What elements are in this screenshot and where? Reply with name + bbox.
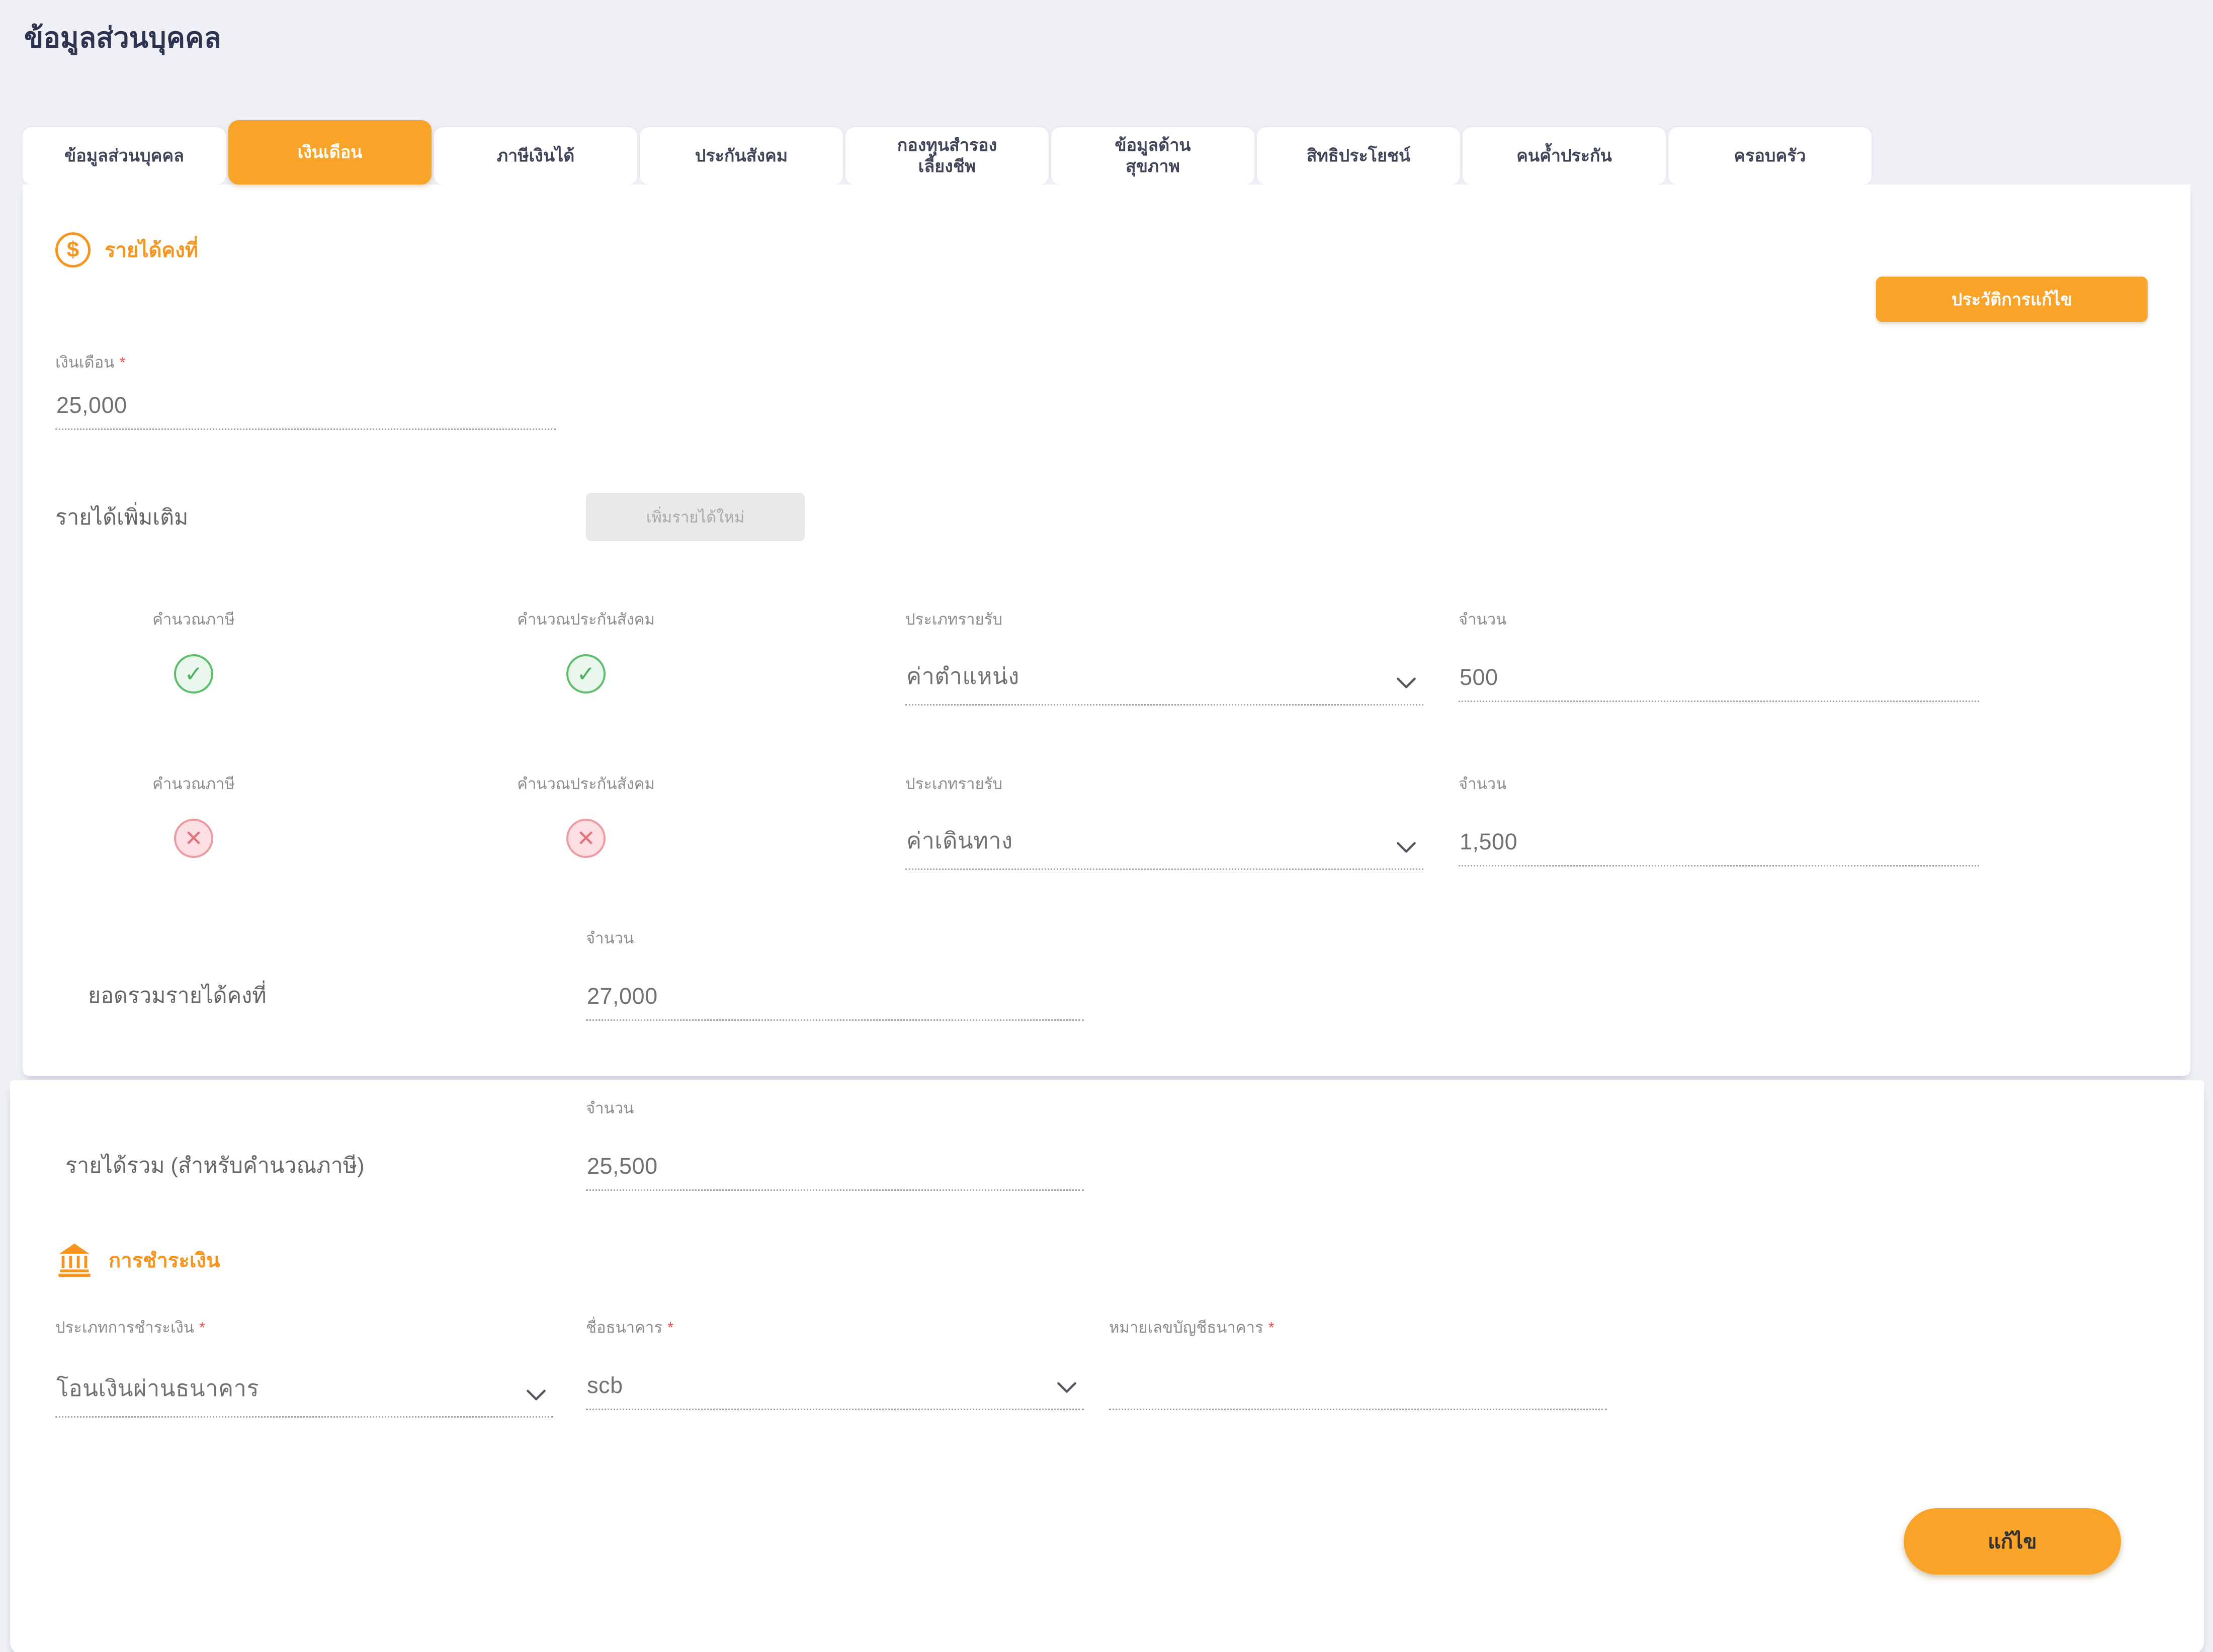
bank-name-field: ชื่อธนาคาร* scb — [586, 1315, 1084, 1418]
bank-account-label: หมายเลขบัญชีธนาคาร* — [1109, 1315, 1607, 1340]
fixed-income-card: $ รายได้คงที่ ประวัติการแก้ไข เงินเดือน*… — [23, 185, 2190, 1076]
income-type-select[interactable]: ค่าตำแหน่ง — [905, 632, 1423, 706]
total-fixed-income-field: จำนวน 27,000 — [586, 925, 1084, 1021]
income-amount-label: จำนวน — [1459, 606, 1979, 632]
tab-income-tax[interactable]: ภาษีเงินได้ — [434, 127, 637, 185]
tab-personal-info[interactable]: ข้อมูลส่วนบุคคล — [23, 127, 226, 185]
sso-excluded-icon: ✕ — [566, 819, 606, 858]
tab-social-security[interactable]: ประกันสังคม — [640, 127, 843, 185]
chevron-down-icon — [1396, 677, 1416, 689]
taxable-income-field: จำนวน 25,500 — [586, 1095, 1084, 1191]
sso-included-icon: ✓ — [566, 654, 606, 693]
required-asterisk: * — [199, 1319, 205, 1336]
income-row: คำนวณภาษี ✓ คำนวณประกันสังคม ✓ ประเภทราย… — [55, 606, 2148, 706]
bank-icon — [55, 1241, 94, 1279]
payment-method-label: ประเภทการชำระเงิน* — [55, 1315, 553, 1340]
income-amount-input[interactable]: 1,500 — [1459, 796, 1979, 866]
edit-history-button[interactable]: ประวัติการแก้ไข — [1876, 277, 2148, 322]
tab-benefits[interactable]: สิทธิประโยชน์ — [1257, 127, 1460, 185]
payment-method-select[interactable]: โอนเงินผ่านธนาคาร — [55, 1340, 553, 1418]
fixed-income-section-title: รายได้คงที่ — [105, 234, 198, 266]
salary-label: เงินเดือน* — [55, 350, 556, 375]
chevron-down-icon — [1057, 1381, 1077, 1394]
tax-included-icon: ✓ — [174, 654, 213, 693]
payment-method-field: ประเภทการชำระเงิน* โอนเงินผ่านธนาคาร — [55, 1315, 553, 1418]
calc-sso-label: คำนวณประกันสังคม — [517, 606, 655, 632]
required-asterisk: * — [119, 354, 125, 371]
tab-family[interactable]: ครอบครัว — [1668, 127, 1871, 185]
tab-salary[interactable]: เงินเดือน — [228, 120, 432, 185]
bank-name-select[interactable]: scb — [586, 1340, 1084, 1410]
income-amount-input[interactable]: 500 — [1459, 632, 1979, 702]
required-asterisk: * — [667, 1319, 673, 1336]
salary-input[interactable]: 25,000 — [55, 375, 556, 430]
income-type-label: ประเภทรายรับ — [905, 771, 1423, 796]
tab-health-info[interactable]: ข้อมูลด้าน สุขภาพ — [1051, 127, 1254, 185]
total-fixed-income-value: 27,000 — [586, 950, 1084, 1021]
income-type-label: ประเภทรายรับ — [905, 606, 1423, 632]
income-type-select[interactable]: ค่าเดินทาง — [905, 796, 1423, 870]
bank-account-input[interactable] — [1109, 1340, 1607, 1410]
tax-excluded-icon: ✕ — [174, 819, 213, 858]
payment-card: รายได้รวม (สำหรับคำนวณภาษี) จำนวน 25,500… — [10, 1080, 2204, 1652]
total-fixed-income-label: ยอดรวมรายได้คงที่ — [55, 978, 586, 1012]
chevron-down-icon — [526, 1389, 546, 1401]
bank-name-label: ชื่อธนาคาร* — [586, 1315, 1084, 1340]
tab-bar: ข้อมูลส่วนบุคคล เงินเดือน ภาษีเงินได้ ปร… — [23, 120, 2190, 185]
income-row: คำนวณภาษี ✕ คำนวณประกันสังคม ✕ ประเภทราย… — [55, 771, 2148, 870]
fixed-income-section-header: $ รายได้คงที่ — [55, 232, 2148, 268]
income-amount-label: จำนวน — [1459, 771, 1979, 796]
add-income-button[interactable]: เพิ่มรายได้ใหม่ — [586, 493, 805, 541]
taxable-income-value: 25,500 — [586, 1120, 1084, 1191]
total-amount-label: จำนวน — [586, 925, 1084, 950]
required-asterisk: * — [1268, 1319, 1274, 1336]
payment-section-title: การชำระเงิน — [109, 1244, 220, 1276]
additional-income-label: รายได้เพิ่มเติม — [55, 500, 586, 534]
salary-field: เงินเดือน* 25,000 — [55, 350, 556, 430]
calc-sso-label: คำนวณประกันสังคม — [517, 771, 655, 796]
dollar-circle-icon: $ — [55, 232, 91, 268]
calc-tax-label: คำนวณภาษี — [152, 606, 235, 632]
chevron-down-icon — [1396, 841, 1416, 853]
edit-button[interactable]: แก้ไข — [1904, 1508, 2121, 1575]
payment-section-header: การชำระเงิน — [55, 1241, 2149, 1279]
taxable-income-label: รายได้รวม (สำหรับคำนวณภาษี) — [55, 1148, 586, 1182]
taxable-amount-label: จำนวน — [586, 1095, 1084, 1120]
tab-provident-fund[interactable]: กองทุนสำรอง เลี้ยงชีพ — [845, 127, 1049, 185]
calc-tax-label: คำนวณภาษี — [152, 771, 235, 796]
bank-account-field: หมายเลขบัญชีธนาคาร* — [1109, 1315, 1607, 1418]
page-title: ข้อมูลส่วนบุคคล — [24, 15, 2213, 60]
tab-guarantor[interactable]: คนค้ำประกัน — [1463, 127, 1666, 185]
